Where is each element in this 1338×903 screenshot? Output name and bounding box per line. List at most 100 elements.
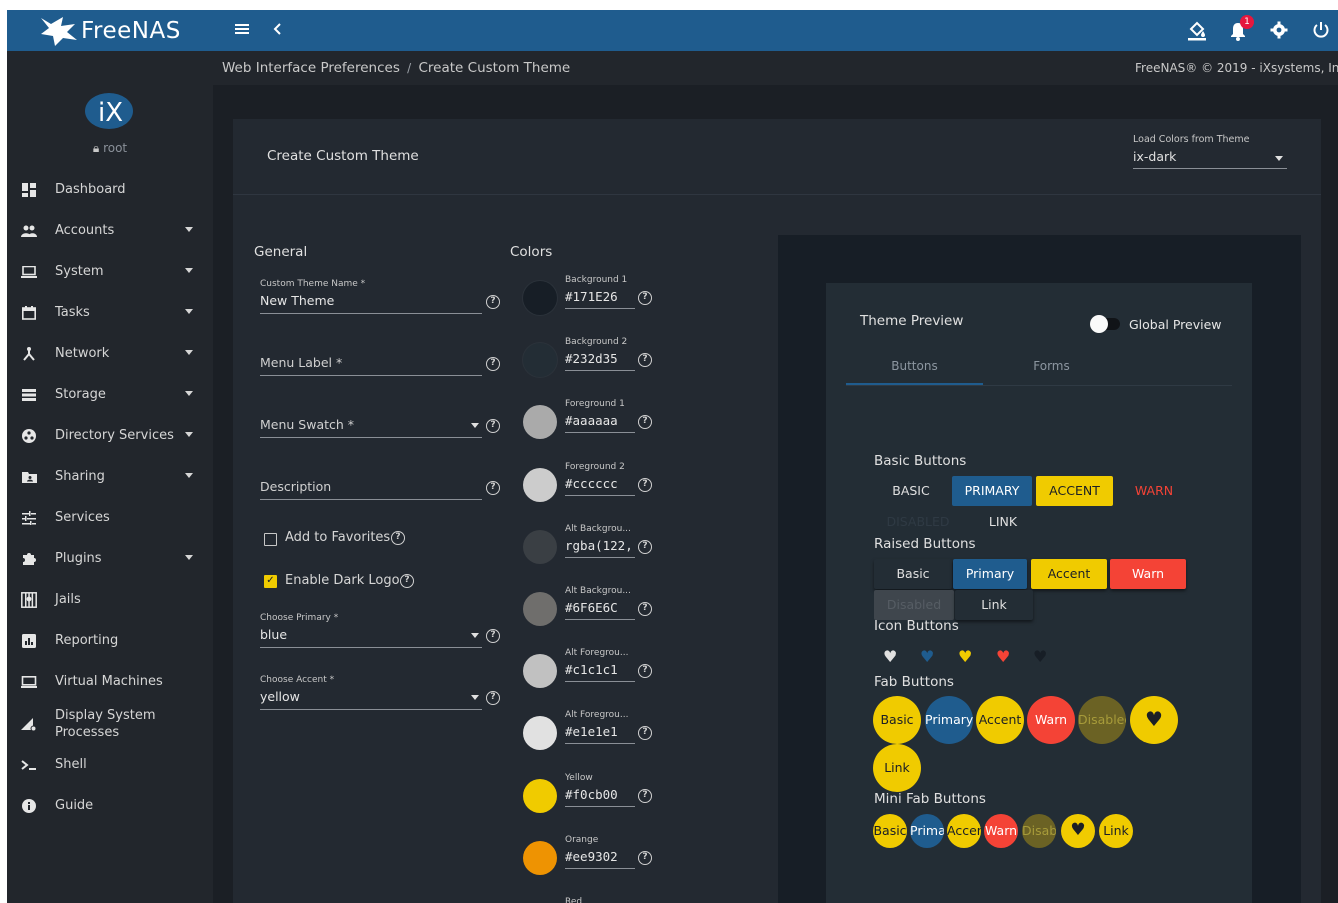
tab-forms[interactable]: Forms [983,359,1120,385]
help-icon[interactable]: ? [638,291,652,305]
mini-fab-button-primary[interactable]: Primary [910,814,944,848]
fab-button-link[interactable]: Link [873,744,921,792]
color-value-input[interactable]: #ee9302 [565,849,633,864]
tab-buttons[interactable]: Buttons [846,359,983,385]
help-icon[interactable]: ? [638,415,652,429]
sidebar-item-tasks[interactable]: Tasks [7,292,213,333]
enable-dark-logo-checkbox[interactable]: ✓ [264,575,277,588]
fab-heart-button[interactable]: ♥ [1130,696,1178,744]
heart-icon[interactable]: ♥ [996,649,1010,665]
sidebar-item-accounts[interactable]: Accounts [7,210,213,251]
menu-icon[interactable] [234,20,252,41]
sidebar-item-plugins[interactable]: Plugins [7,538,213,579]
help-icon[interactable]: ? [638,540,652,554]
help-icon[interactable]: ? [638,478,652,492]
color-value-input[interactable]: #c1c1c1 [565,662,633,677]
mini-fab-button-basic[interactable]: Basic [873,814,907,848]
mini-fab-button-link[interactable]: Link [1099,814,1133,848]
raised-button-link[interactable]: Link [955,590,1033,620]
sidebar-item-system[interactable]: System [7,251,213,292]
brand[interactable]: FreeNAS [7,10,213,51]
color-swatch[interactable] [523,281,557,315]
global-preview-toggle[interactable] [1090,315,1108,333]
help-icon[interactable]: ? [486,481,500,495]
color-value-input[interactable]: #e1e1e1 [565,724,633,739]
sidebar-item-reporting[interactable]: Reporting [7,620,213,661]
help-icon[interactable]: ? [638,851,652,865]
chevron-left-icon[interactable] [271,20,285,43]
help-icon[interactable]: ? [638,789,652,803]
theme-name-field[interactable]: Custom Theme Name * New Theme ? [260,279,510,315]
color-swatch[interactable] [523,343,557,377]
color-value-input[interactable]: #171E26 [565,289,633,304]
description-input[interactable]: Description [260,479,331,494]
color-value-input[interactable]: #6F6E6C [565,600,633,615]
color-swatch[interactable] [523,716,557,750]
color-swatch[interactable] [523,654,557,688]
basic-button-warn[interactable]: WARN [1117,476,1191,506]
basic-button-link[interactable]: LINK [966,507,1040,537]
color-swatch[interactable] [523,405,557,439]
sidebar-item-network[interactable]: Network [7,333,213,374]
mini-fab-heart-button[interactable]: ♥ [1061,814,1095,848]
fab-button-basic[interactable]: Basic [873,696,921,744]
help-icon[interactable]: ? [391,531,405,545]
color-swatch[interactable] [523,841,557,875]
heart-icon[interactable]: ♥ [958,649,972,665]
color-value-input[interactable]: #f0cb00 [565,787,633,802]
sidebar-item-sharing[interactable]: Sharing [7,456,213,497]
help-icon[interactable]: ? [486,691,500,705]
color-value-input[interactable]: #aaaaaa [565,413,633,428]
sidebar-item-shell[interactable]: Shell [7,744,213,785]
sidebar-item-directory-services[interactable]: Directory Services [7,415,213,456]
color-swatch[interactable] [523,779,557,813]
fab-button-warn[interactable]: Warn [1027,696,1075,744]
fab-button-primary[interactable]: Primary [925,696,973,744]
fab-button-accent[interactable]: Accent [976,696,1024,744]
menu-label-field[interactable]: Menu Label * ? [260,341,510,377]
choose-accent-field[interactable]: Choose Accent * yellow ? [260,675,510,711]
mini-fab-button-accent[interactable]: Accent [947,814,981,848]
add-favorites-checkbox[interactable] [264,533,277,546]
help-icon[interactable]: ? [486,419,500,433]
menu-label-input[interactable]: Menu Label * [260,355,342,370]
power-icon[interactable] [1311,20,1331,45]
color-value-input[interactable]: #232d35 [565,351,633,366]
sidebar-item-services[interactable]: Services [7,497,213,538]
raised-button-warn[interactable]: Warn [1110,559,1186,589]
help-icon[interactable]: ? [638,353,652,367]
sidebar-item-display-system-processes[interactable]: Display System Processes [7,703,213,744]
menu-swatch-field[interactable]: Menu Swatch * ? [260,403,510,439]
basic-button-primary[interactable]: PRIMARY [952,476,1032,506]
help-icon[interactable]: ? [486,629,500,643]
help-icon[interactable]: ? [486,357,500,371]
help-icon[interactable]: ? [638,726,652,740]
menu-swatch-select[interactable]: Menu Swatch * [260,417,354,432]
sidebar-item-jails[interactable]: Jails [7,579,213,620]
heart-icon[interactable]: ♥ [920,649,934,665]
breadcrumb-parent-link[interactable]: Web Interface Preferences [222,60,400,76]
heart-icon[interactable]: ♥ [883,649,897,665]
choose-primary-select[interactable]: blue [260,627,287,642]
help-icon[interactable]: ? [638,602,652,616]
basic-button-accent[interactable]: ACCENT [1036,476,1113,506]
help-icon[interactable]: ? [486,295,500,309]
current-user[interactable]: 🔒︎ root [7,141,213,156]
paint-bucket-icon[interactable] [1186,20,1208,47]
mini-fab-button-warn[interactable]: Warn [984,814,1018,848]
color-value-input[interactable]: #cccccc [565,476,633,491]
sidebar-item-dashboard[interactable]: Dashboard [7,169,213,210]
sidebar-item-guide[interactable]: Guide [7,785,213,826]
raised-button-accent[interactable]: Accent [1031,559,1107,589]
color-swatch[interactable] [523,530,557,564]
sidebar-item-virtual-machines[interactable]: Virtual Machines [7,661,213,702]
basic-button-basic[interactable]: BASIC [874,476,948,506]
help-icon[interactable]: ? [638,664,652,678]
raised-button-primary[interactable]: Primary [953,559,1027,589]
color-swatch[interactable] [523,468,557,502]
description-field[interactable]: Description ? [260,465,510,501]
gear-icon[interactable] [1269,20,1289,45]
color-swatch[interactable] [523,592,557,626]
raised-button-basic[interactable]: Basic [874,559,952,589]
theme-name-input[interactable]: New Theme [260,293,334,308]
